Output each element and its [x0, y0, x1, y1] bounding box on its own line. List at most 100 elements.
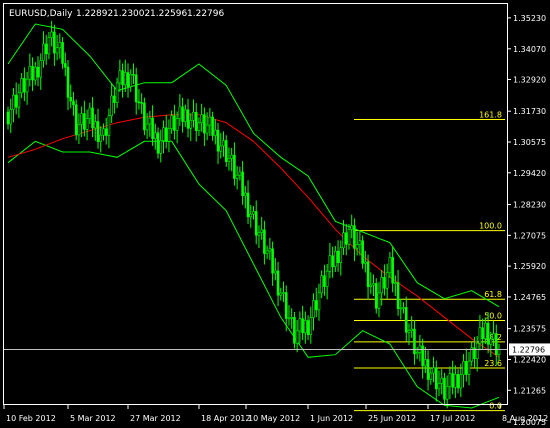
- candle-body: [287, 317, 291, 320]
- candle-body: [104, 128, 108, 136]
- candle-body: [314, 300, 318, 311]
- candle-body: [298, 318, 302, 332]
- y-tick-label: 1.34070: [513, 45, 546, 54]
- candle-body: [167, 128, 171, 142]
- candle-body: [121, 70, 124, 86]
- candle-body: [451, 373, 454, 388]
- candle-body: [20, 78, 23, 94]
- candle-body: [391, 257, 394, 284]
- y-tick-label: 1.30575: [513, 138, 546, 147]
- candle-body: [328, 255, 332, 272]
- candle-body: [361, 240, 364, 264]
- candle-body: [113, 95, 116, 103]
- candle-body: [282, 292, 285, 294]
- high-value: 1.23002: [113, 9, 150, 19]
- candle-body: [399, 307, 403, 310]
- close-value: 1.22796: [187, 9, 224, 19]
- x-tick-label: 10 May 2012: [248, 414, 300, 423]
- candle-body: [91, 107, 94, 129]
- candle-body: [464, 361, 468, 375]
- candle-body: [66, 66, 70, 98]
- candle-body: [189, 119, 193, 129]
- candle-body: [350, 225, 354, 230]
- fib-level-label: 61.8: [484, 290, 502, 299]
- candle-body: [47, 37, 51, 55]
- candle-body: [380, 277, 384, 294]
- candle-body: [178, 106, 182, 119]
- candle-body: [489, 338, 493, 345]
- candle-body: [295, 330, 299, 344]
- candle-body: [279, 292, 283, 296]
- candle-body: [162, 127, 165, 141]
- candle-body: [484, 322, 487, 339]
- candle-body: [347, 229, 351, 245]
- candle-body: [497, 349, 501, 355]
- candle-body: [137, 101, 141, 104]
- y-tick-label: 1.27075: [513, 231, 546, 240]
- candle-body: [17, 92, 21, 108]
- fib-level-label: 50.0: [484, 312, 502, 321]
- candle-body: [385, 272, 389, 289]
- y-tick-label: 1.25920: [513, 262, 546, 271]
- candle-body: [88, 107, 92, 119]
- candle-body: [434, 367, 438, 390]
- candle-body: [377, 292, 381, 309]
- fib-level-label: 100.0: [479, 222, 502, 231]
- candle-body: [33, 66, 37, 81]
- candle-body: [134, 74, 138, 103]
- candle-body: [252, 211, 255, 215]
- price-chart[interactable]: 161.8100.061.850.038.223.60.0 1.352301.3…: [0, 0, 550, 428]
- candle-body: [192, 111, 195, 121]
- candle-body: [175, 118, 179, 131]
- y-tick-label: 1.28230: [513, 201, 546, 210]
- candle-body: [364, 261, 367, 264]
- candle-body: [197, 122, 201, 131]
- candle-body: [459, 374, 463, 389]
- candle-body: [394, 282, 397, 284]
- chart-window[interactable]: 161.8100.061.850.038.223.60.0 1.352301.3…: [0, 0, 550, 428]
- candle-body: [93, 121, 97, 129]
- candle-body: [173, 115, 176, 131]
- x-tick-label: 8 Aug 2012: [502, 414, 548, 423]
- candle-body: [31, 66, 34, 81]
- candle-body: [230, 154, 233, 159]
- candle-body: [159, 140, 163, 154]
- candle-body: [96, 121, 100, 142]
- candle-body: [407, 330, 411, 333]
- y-tick-label: 1.24765: [513, 293, 546, 302]
- candle-body: [454, 374, 457, 388]
- candle-body: [424, 359, 427, 367]
- candle-body: [53, 31, 56, 54]
- candle-body: [145, 123, 149, 131]
- y-tick-label: 1.32920: [513, 75, 546, 84]
- candle-body: [437, 383, 441, 390]
- candle-body: [421, 345, 424, 367]
- candle-body: [6, 111, 10, 125]
- candle-body: [440, 377, 444, 384]
- candle-body: [293, 317, 296, 344]
- candle-body: [309, 317, 313, 335]
- candle-body: [274, 270, 277, 274]
- candle-body: [72, 100, 75, 106]
- candle-body: [323, 275, 326, 287]
- header-info: EURUSD,Daily 1.22892 1.23002 1.22596 1.2…: [9, 9, 224, 19]
- candle-body: [467, 360, 471, 375]
- candle-body: [396, 282, 400, 309]
- candle-body: [132, 74, 135, 76]
- candle-body: [475, 342, 479, 359]
- candle-body: [36, 66, 40, 78]
- candle-body: [402, 307, 405, 309]
- candle-body: [353, 225, 356, 249]
- candle-body: [115, 82, 119, 103]
- candle-body: [102, 128, 105, 136]
- candle-body: [200, 114, 203, 123]
- y-tick-label: 1.23575: [513, 325, 546, 334]
- candle-body: [331, 255, 334, 267]
- candle-body: [9, 109, 13, 125]
- x-tick-label: 17 Jul 2012: [430, 414, 475, 423]
- candle-body: [388, 257, 392, 274]
- x-tick-label: 1 Jun 2012: [310, 414, 353, 423]
- candle-body: [244, 192, 247, 197]
- candle-body: [151, 117, 154, 139]
- candle-body: [325, 270, 329, 287]
